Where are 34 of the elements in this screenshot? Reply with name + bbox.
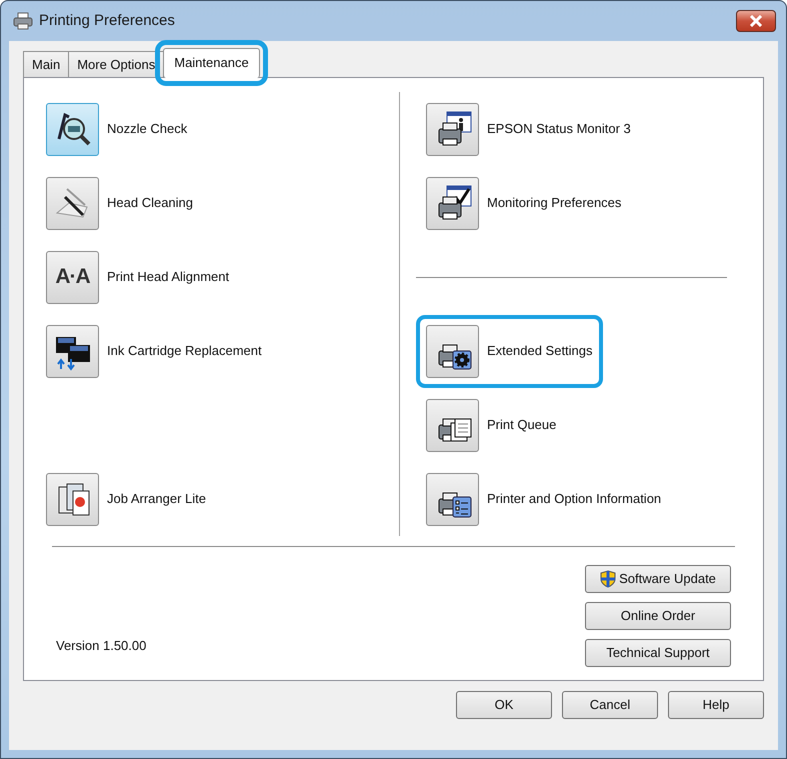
side-button[interactable]: Technical Support [585,639,731,667]
tool-button[interactable] [426,324,479,378]
tool-button[interactable] [426,398,479,452]
close-icon [749,15,763,27]
tool-button[interactable] [46,324,99,378]
tool-label: Job Arranger Lite [107,490,206,508]
tool-button[interactable] [46,176,99,230]
side-button[interactable]: Online Order [585,602,731,630]
printer-icon [13,12,33,30]
tool-button[interactable] [46,102,99,156]
window-title: Printing Preferences [39,10,175,31]
tool-label: Print Queue [487,416,556,434]
dialog-button[interactable]: Cancel [562,691,658,719]
tool-button[interactable] [46,472,99,526]
tool-label: Nozzle Check [107,120,188,138]
tool-label: Head Cleaning [107,194,194,212]
tool-label: Printer and Option Information [487,490,662,508]
dialog-button[interactable]: OK [456,691,552,719]
tool-label: Monitoring Preferences [487,194,622,212]
tool-button[interactable] [426,176,479,230]
tab[interactable]: Main [23,51,70,77]
tab[interactable]: More Options [68,51,164,77]
tool-button[interactable] [426,102,479,156]
dialog-button[interactable]: Help [668,691,764,719]
side-button[interactable]: Software Update [585,565,731,593]
tool-label: Print Head Alignment [107,268,230,286]
close-button[interactable] [736,10,776,32]
tool-label: Ink Cartridge Replacement [107,342,262,360]
tool-button[interactable]: A·A [46,250,99,304]
tool-button[interactable] [426,472,479,526]
tool-label: EPSON Status Monitor 3 [487,120,631,138]
tool-label: Extended Settings [487,342,593,360]
version-text: Version 1.50.00 [56,636,146,654]
shield-icon [600,570,616,588]
